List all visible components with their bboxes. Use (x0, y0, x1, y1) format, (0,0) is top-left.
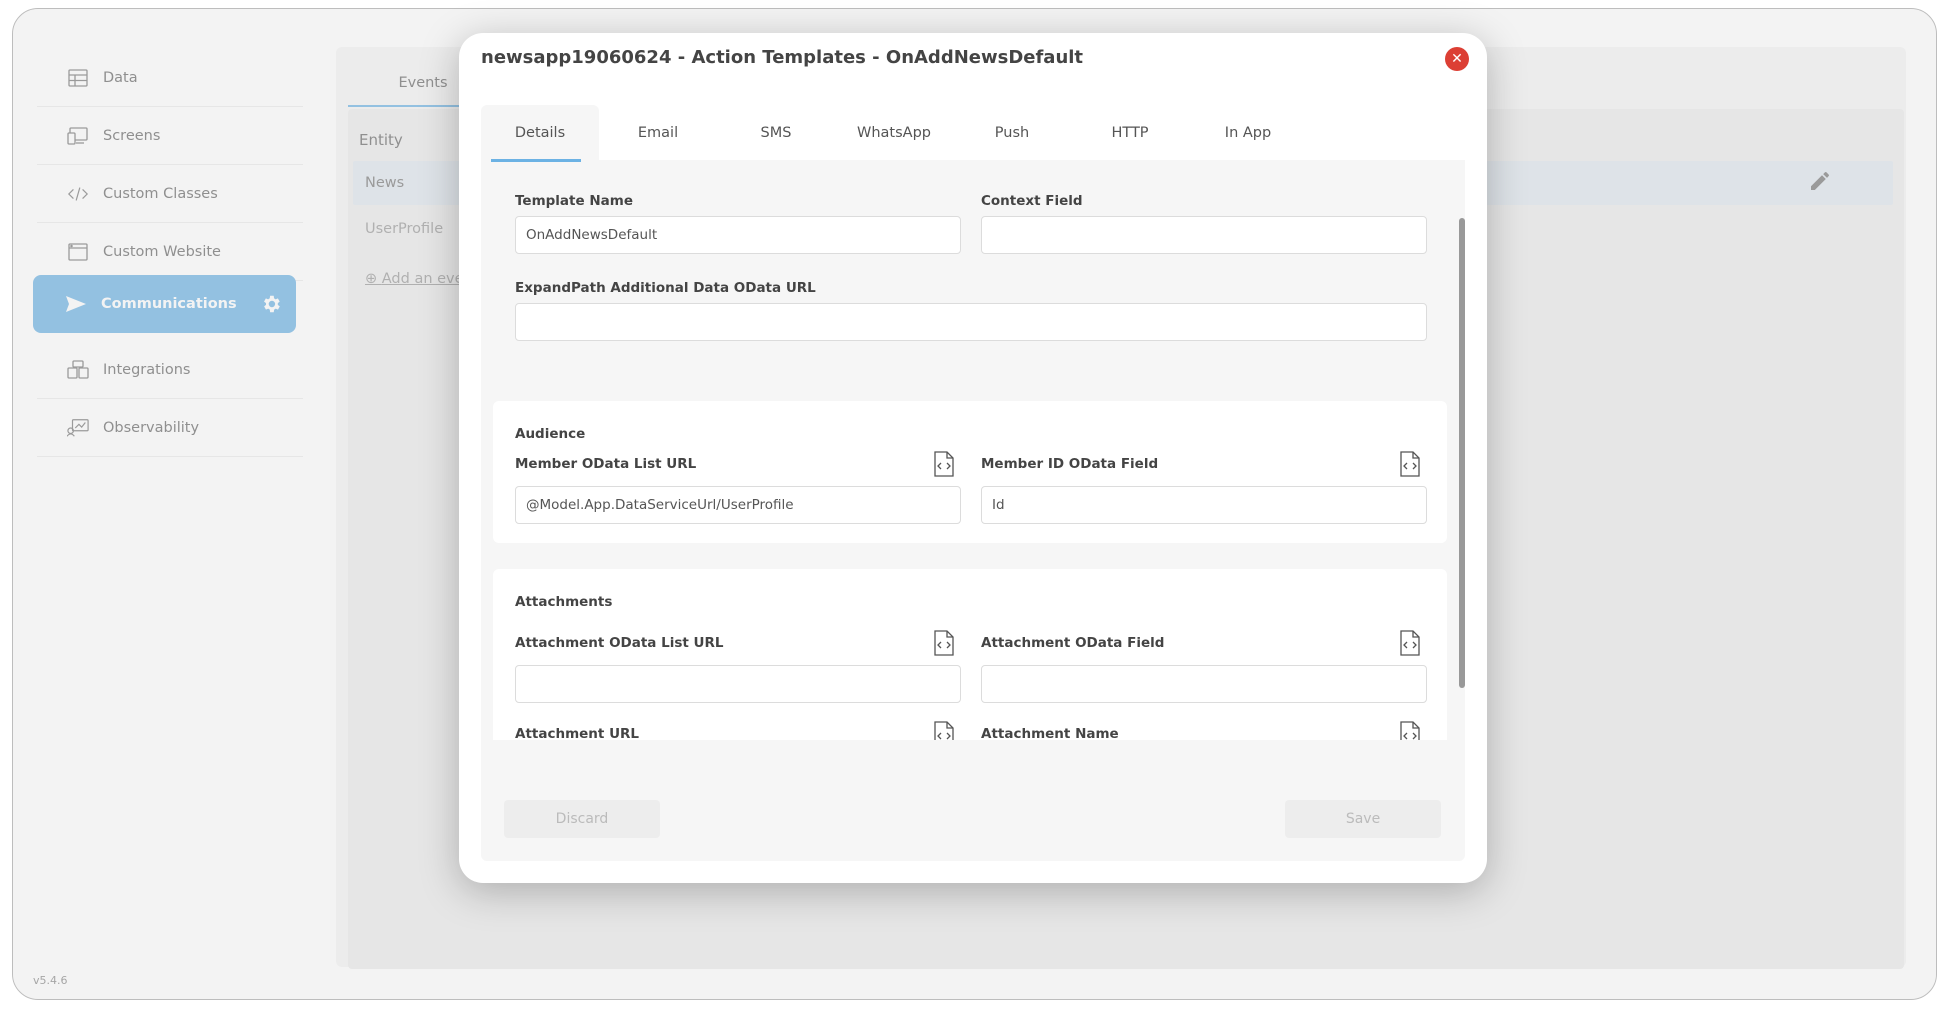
template-name-label: Template Name (515, 193, 633, 209)
tab-http[interactable]: HTTP (1071, 105, 1189, 160)
template-name-input[interactable]: OnAddNewsDefault (515, 216, 961, 254)
attachment-field-input[interactable] (981, 665, 1427, 703)
tab-sms[interactable]: SMS (717, 105, 835, 160)
action-template-dialog: newsapp19060624 - Action Templates - OnA… (459, 33, 1487, 883)
template-tabs: Details Email SMS WhatsApp Push HTTP In … (481, 105, 1465, 160)
attachment-url-label: Attachment URL (515, 726, 640, 740)
code-file-icon[interactable] (933, 451, 955, 477)
code-file-icon[interactable] (1399, 721, 1421, 740)
context-field-label: Context Field (981, 193, 1083, 209)
details-form[interactable]: Template Name OnAddNewsDefault Context F… (481, 160, 1465, 740)
attachment-field-label: Attachment OData Field (981, 635, 1165, 651)
tab-email[interactable]: Email (599, 105, 717, 160)
code-file-icon[interactable] (933, 721, 955, 740)
code-file-icon[interactable] (933, 630, 955, 656)
attachment-list-url-input[interactable] (515, 665, 961, 703)
member-id-label: Member ID OData Field (981, 456, 1159, 472)
save-button[interactable]: Save (1285, 800, 1441, 838)
member-id-input[interactable]: Id (981, 486, 1427, 524)
dialog-title: newsapp19060624 - Action Templates - OnA… (481, 47, 1084, 68)
attachment-name-label: Attachment Name (981, 726, 1119, 740)
scrollbar[interactable] (1459, 218, 1465, 688)
member-list-label: Member OData List URL (515, 456, 697, 472)
code-file-icon[interactable] (1399, 451, 1421, 477)
expand-path-label: ExpandPath Additional Data OData URL (515, 280, 816, 296)
audience-title: Audience (515, 426, 586, 442)
close-button[interactable]: ✕ (1445, 47, 1469, 71)
tab-details[interactable]: Details (481, 105, 599, 160)
attachments-title: Attachments (515, 594, 613, 610)
close-icon: ✕ (1451, 51, 1463, 67)
attachments-section (493, 569, 1447, 740)
discard-button[interactable]: Discard (504, 800, 660, 838)
dialog-body: Details Email SMS WhatsApp Push HTTP In … (481, 105, 1465, 861)
member-list-input[interactable]: @Model.App.DataServiceUrl/UserProfile (515, 486, 961, 524)
attachment-list-url-label: Attachment OData List URL (515, 635, 724, 651)
tab-whatsapp[interactable]: WhatsApp (835, 105, 953, 160)
tab-in-app[interactable]: In App (1189, 105, 1307, 160)
tab-push[interactable]: Push (953, 105, 1071, 160)
context-field-input[interactable] (981, 216, 1427, 254)
expand-path-input[interactable] (515, 303, 1427, 341)
code-file-icon[interactable] (1399, 630, 1421, 656)
